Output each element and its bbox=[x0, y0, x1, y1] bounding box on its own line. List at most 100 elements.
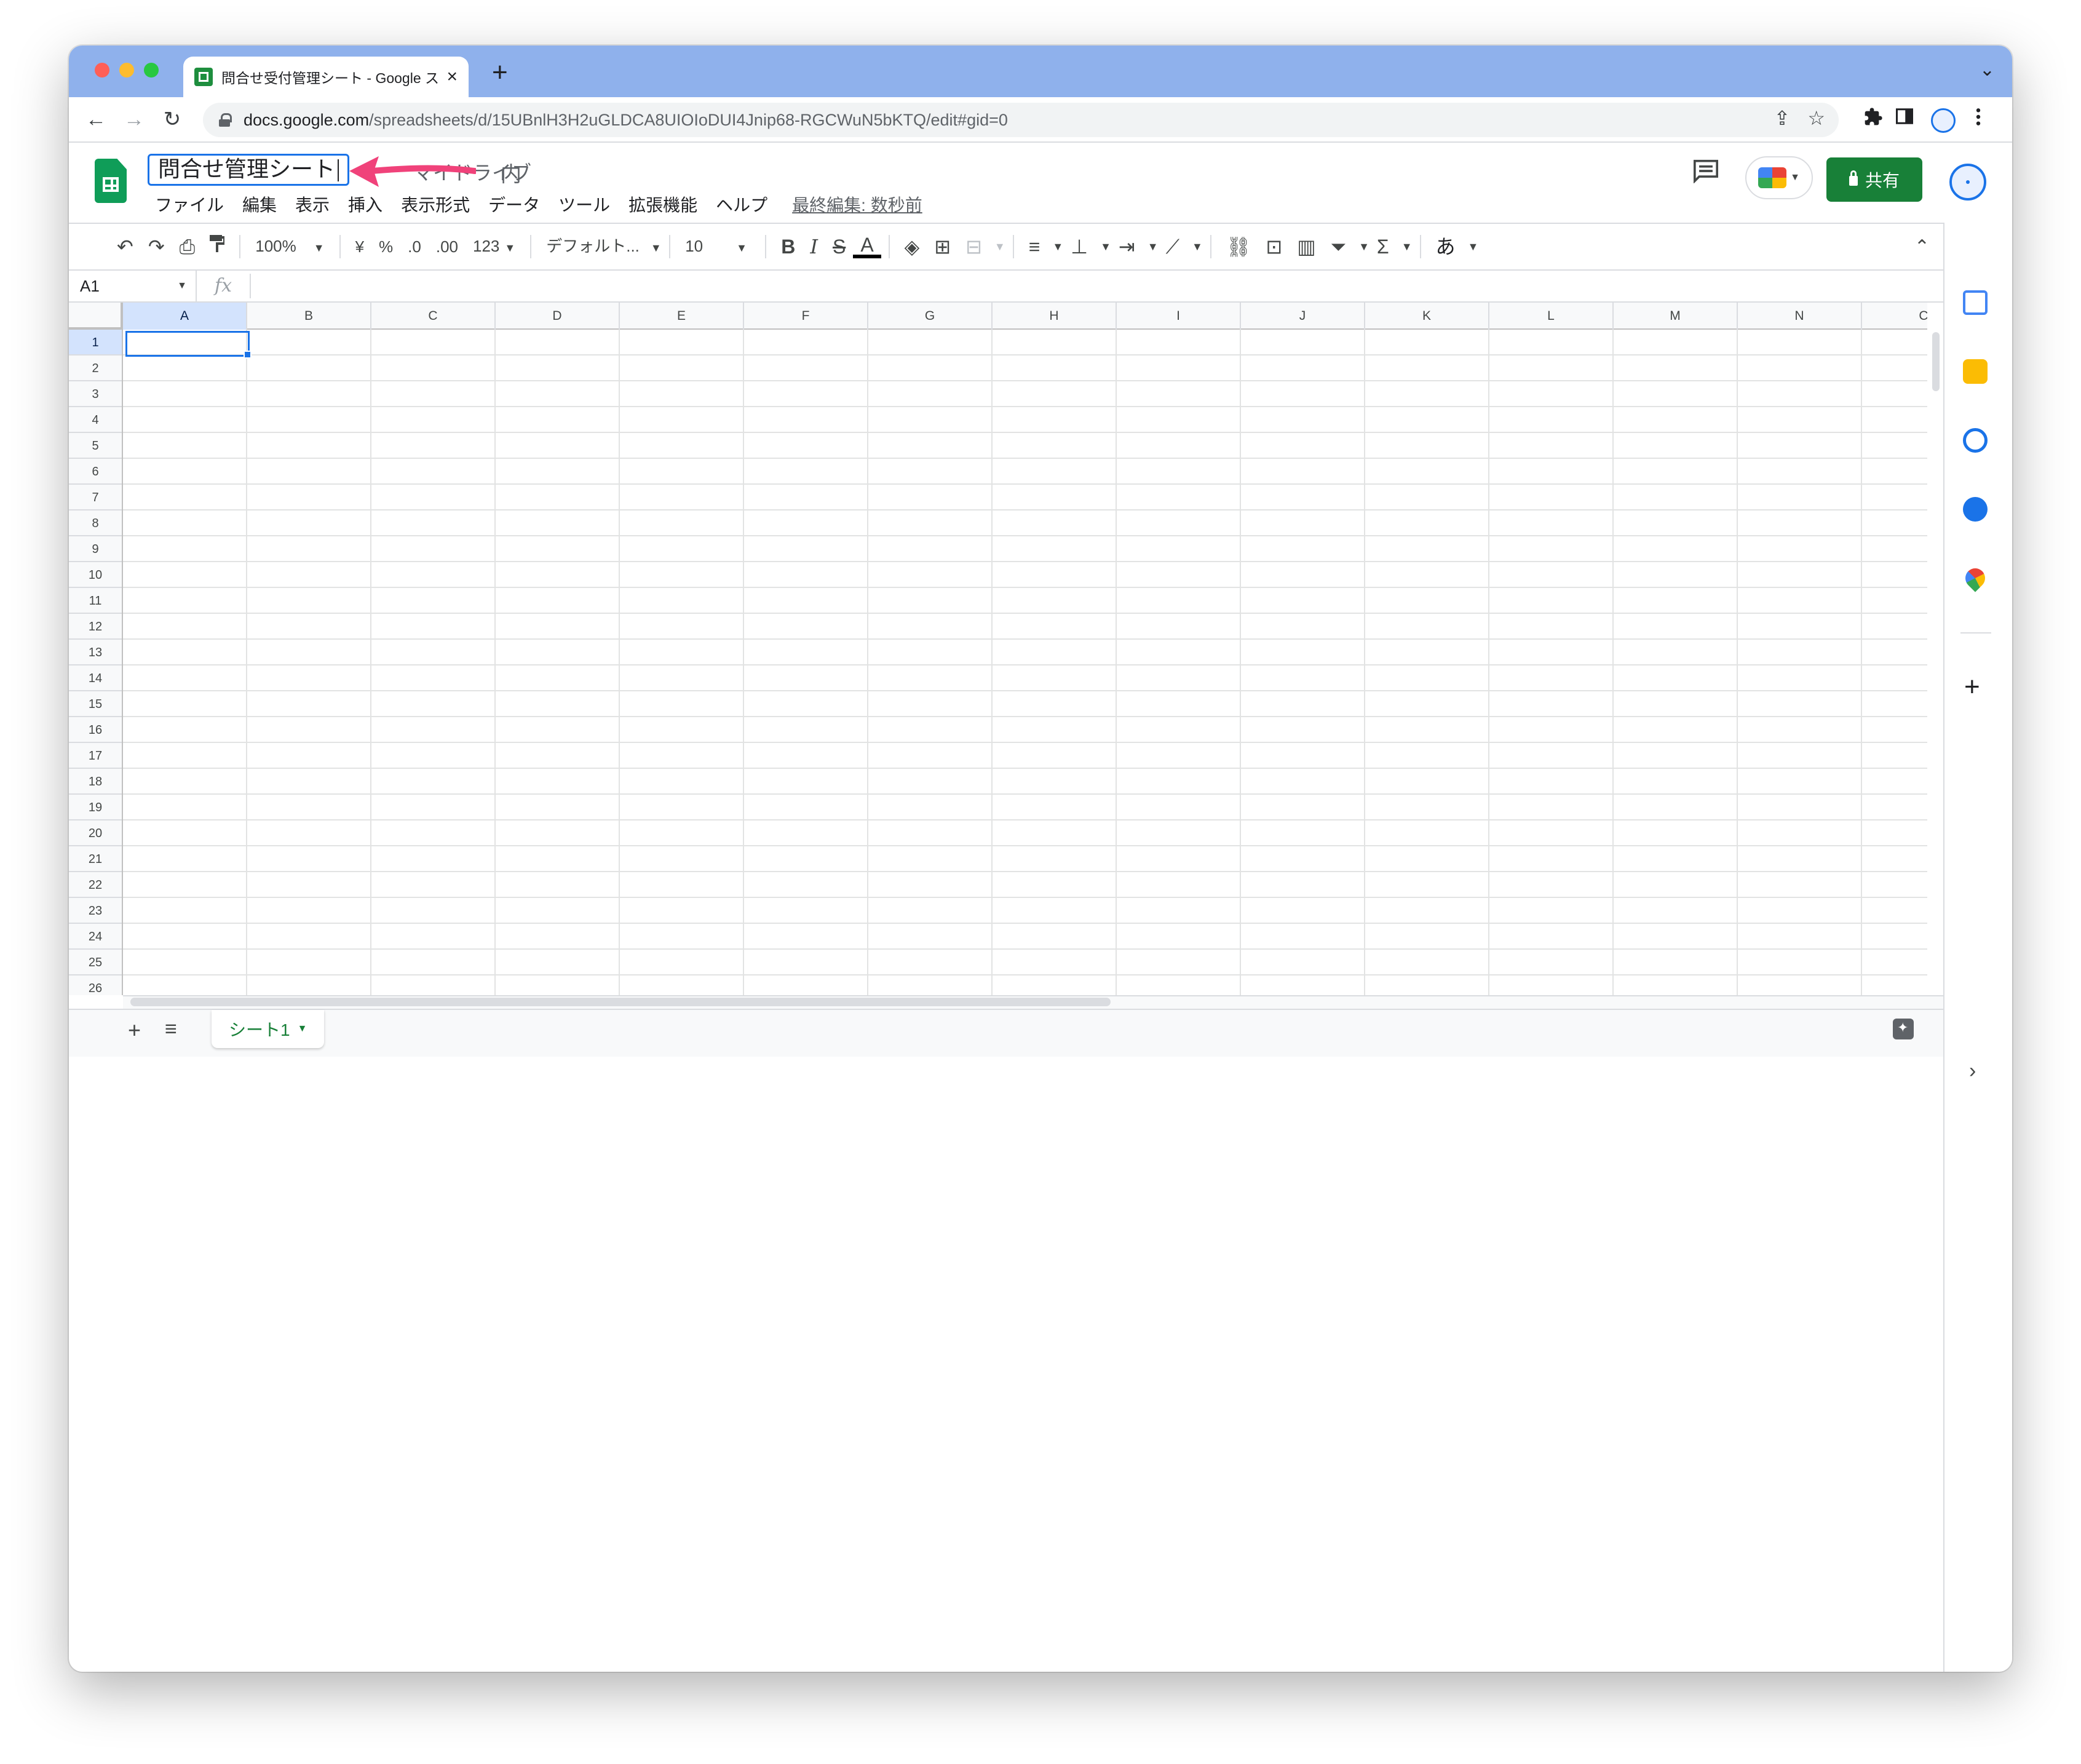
halign-dropdown-icon[interactable]: ▼ bbox=[1052, 240, 1063, 253]
browser-tab[interactable]: 問合せ受付管理シート - Google ス × bbox=[183, 57, 469, 97]
valign-dropdown-icon[interactable]: ▼ bbox=[1100, 240, 1111, 253]
add-sheet-button[interactable]: + bbox=[128, 1017, 141, 1043]
bold-button[interactable]: B bbox=[774, 234, 803, 259]
row-header[interactable]: 9 bbox=[69, 536, 122, 562]
font-size-select[interactable]: 10 ▼ bbox=[678, 234, 758, 260]
column-header[interactable]: C bbox=[371, 303, 496, 330]
row-header[interactable]: 11 bbox=[69, 588, 122, 614]
document-title-input[interactable]: 問合せ管理シート bbox=[148, 154, 350, 186]
reload-icon[interactable]: ↻ bbox=[159, 106, 186, 133]
menu-tools[interactable]: ツール bbox=[558, 192, 610, 217]
row-header[interactable]: 23 bbox=[69, 898, 122, 924]
insert-chart-icon[interactable]: ▥ bbox=[1290, 234, 1323, 259]
row-header[interactable]: 20 bbox=[69, 820, 122, 846]
back-icon[interactable]: ← bbox=[82, 106, 109, 133]
maps-icon[interactable] bbox=[1961, 564, 1989, 592]
print-icon[interactable]: ⎙ bbox=[172, 234, 203, 259]
row-header[interactable]: 4 bbox=[69, 407, 122, 433]
row-header[interactable]: 19 bbox=[69, 795, 122, 820]
row-header[interactable]: 26 bbox=[69, 975, 122, 995]
paint-format-icon[interactable] bbox=[202, 234, 232, 259]
menu-file[interactable]: ファイル bbox=[155, 192, 224, 217]
redo-icon[interactable]: ↷ bbox=[141, 234, 172, 259]
text-rotate-icon[interactable]: ⟋ bbox=[1159, 234, 1187, 259]
sheets-logo-icon[interactable] bbox=[95, 159, 127, 203]
menu-edit[interactable]: 編集 bbox=[242, 192, 277, 217]
row-header[interactable]: 8 bbox=[69, 511, 122, 536]
vertical-align-icon[interactable]: ⊥ bbox=[1063, 234, 1095, 259]
row-header[interactable]: 18 bbox=[69, 769, 122, 795]
share-page-icon[interactable]: ⇪ bbox=[1774, 106, 1791, 130]
filter-icon[interactable]: ⏷ bbox=[1323, 234, 1354, 259]
column-header[interactable]: I bbox=[1117, 303, 1241, 330]
percent-format-button[interactable]: % bbox=[371, 234, 400, 259]
expand-side-panel-icon[interactable]: › bbox=[1969, 1059, 1976, 1083]
text-wrap-icon[interactable]: ⇥ bbox=[1111, 234, 1143, 259]
filter-dropdown-icon[interactable]: ▼ bbox=[1358, 240, 1369, 253]
horizontal-align-icon[interactable]: ≡ bbox=[1021, 234, 1048, 259]
get-addons-icon[interactable]: + bbox=[1964, 672, 1980, 702]
decrease-decimal-button[interactable]: .0 bbox=[400, 234, 429, 259]
close-tab-icon[interactable]: × bbox=[446, 68, 458, 86]
all-sheets-button[interactable]: ≡ bbox=[165, 1017, 177, 1041]
browser-profile-avatar[interactable] bbox=[1931, 108, 1956, 133]
tab-search-icon[interactable]: ⌄ bbox=[1980, 59, 1995, 81]
row-header[interactable]: 1 bbox=[69, 330, 122, 356]
menu-view[interactable]: 表示 bbox=[295, 192, 330, 217]
functions-dropdown-icon[interactable]: ▼ bbox=[1401, 240, 1413, 253]
column-header[interactable]: N bbox=[1738, 303, 1862, 330]
menu-insert[interactable]: 挿入 bbox=[348, 192, 383, 217]
column-header[interactable]: G bbox=[868, 303, 993, 330]
forward-icon[interactable]: → bbox=[121, 106, 148, 133]
lock-icon[interactable] bbox=[219, 113, 232, 127]
column-header[interactable]: E bbox=[620, 303, 744, 330]
zoom-select[interactable]: 100% ▼ bbox=[248, 234, 331, 260]
cell-area[interactable] bbox=[123, 330, 1927, 995]
account-avatar[interactable] bbox=[1949, 164, 1986, 201]
column-header[interactable]: F bbox=[744, 303, 868, 330]
last-edit-link[interactable]: 最終編集: 数秒前 bbox=[792, 192, 922, 217]
explore-icon[interactable] bbox=[1893, 1019, 1914, 1039]
number-format-select[interactable]: 123 ▼ bbox=[466, 234, 523, 260]
menu-data[interactable]: データ bbox=[488, 192, 540, 217]
row-header[interactable]: 7 bbox=[69, 485, 122, 511]
column-header[interactable]: B bbox=[247, 303, 371, 330]
collapse-toolbar-icon[interactable]: ⌃ bbox=[1914, 236, 1930, 258]
strikethrough-button[interactable]: S bbox=[825, 234, 853, 259]
url-text[interactable]: docs.google.com/spreadsheets/d/15UBnlH3H… bbox=[244, 111, 1008, 130]
vertical-scrollbar[interactable] bbox=[1931, 327, 1940, 1016]
row-header[interactable]: 16 bbox=[69, 717, 122, 743]
name-box[interactable]: A1 ▼ bbox=[69, 271, 197, 301]
menu-format[interactable]: 表示形式 bbox=[401, 192, 470, 217]
column-header[interactable]: D bbox=[496, 303, 620, 330]
menu-help[interactable]: ヘルプ bbox=[716, 192, 767, 217]
rotate-dropdown-icon[interactable]: ▼ bbox=[1192, 240, 1203, 253]
row-header[interactable]: 12 bbox=[69, 614, 122, 640]
close-window-button[interactable] bbox=[95, 63, 109, 77]
merge-cells-icon[interactable]: ⊟ bbox=[958, 234, 989, 259]
meet-button[interactable]: ▼ bbox=[1745, 156, 1813, 199]
spreadsheet-grid[interactable]: ABCDEFGHIJKLMNC 1 2 3 4 5 6 7 8 9 10 11 12 13 14 15 16 1… bbox=[69, 303, 1927, 995]
column-header[interactable]: M bbox=[1614, 303, 1738, 330]
menu-extensions[interactable]: 拡張機能 bbox=[628, 192, 697, 217]
column-header[interactable]: A bbox=[123, 303, 247, 330]
select-all-corner[interactable] bbox=[69, 303, 123, 330]
insert-link-icon[interactable]: ⛓ bbox=[1219, 234, 1259, 259]
row-header[interactable]: 13 bbox=[69, 640, 122, 665]
borders-icon[interactable]: ⊞ bbox=[927, 234, 958, 259]
increase-decimal-button[interactable]: .00 bbox=[429, 234, 466, 259]
row-header[interactable]: 10 bbox=[69, 562, 122, 588]
bookmark-star-icon[interactable]: ☆ bbox=[1807, 106, 1825, 130]
row-header[interactable]: 6 bbox=[69, 459, 122, 485]
row-header[interactable]: 15 bbox=[69, 691, 122, 717]
tasks-icon[interactable] bbox=[1963, 428, 1988, 453]
font-family-select[interactable]: デフォルト... ▼ bbox=[539, 234, 662, 260]
wrap-dropdown-icon[interactable]: ▼ bbox=[1148, 240, 1159, 253]
column-header[interactable]: J bbox=[1241, 303, 1365, 330]
row-header[interactable]: 25 bbox=[69, 950, 122, 975]
text-color-button[interactable]: A bbox=[853, 235, 881, 258]
input-tools-dropdown-icon[interactable]: ▼ bbox=[1468, 240, 1479, 253]
currency-format-button[interactable]: ¥ bbox=[348, 234, 371, 259]
new-tab-button[interactable]: + bbox=[492, 59, 508, 86]
insert-comment-icon[interactable]: ⊡ bbox=[1258, 234, 1290, 259]
